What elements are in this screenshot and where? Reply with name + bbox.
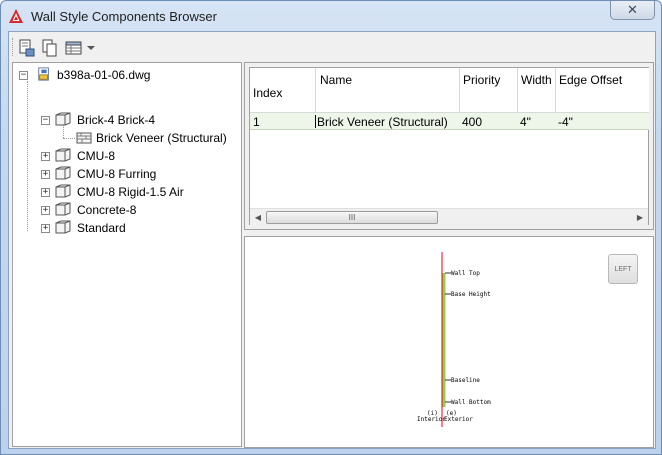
expand-toggle[interactable]: +: [41, 188, 50, 197]
tree-item-label: Concrete-8: [77, 203, 137, 217]
table-row[interactable]: 1 Brick Veneer (Structural) 400 4" -4": [250, 113, 649, 130]
wall-preview[interactable]: LEFT Wall Top Base Height Baseline Wall …: [244, 236, 654, 448]
tree-item-label: Brick Veneer (Structural): [96, 131, 227, 145]
components-grid[interactable]: Index Name Priority Width Edge Offset 1: [249, 67, 649, 225]
folder-icon: [55, 202, 71, 216]
expand-toggle[interactable]: +: [41, 206, 50, 215]
tree-item-brick-veneer[interactable]: Brick Veneer (Structural): [13, 129, 241, 147]
dropdown-arrow-icon: [87, 46, 95, 50]
tree-item-label: CMU-8 Furring: [77, 167, 157, 181]
label-wall-bottom: Wall Bottom: [451, 399, 491, 406]
column-header-edge-offset[interactable]: Edge Offset: [556, 68, 649, 113]
label-baseline: Baseline: [451, 377, 480, 384]
label-exterior: Exterior: [444, 416, 473, 423]
tree-item-label: CMU-8: [77, 149, 115, 163]
toolbar: [9, 32, 655, 62]
copy-button[interactable]: [40, 38, 60, 58]
column-header-index[interactable]: Index: [250, 68, 316, 113]
view-dropdown-button[interactable]: [85, 38, 97, 58]
tree-item-label: Brick-4 Brick-4: [77, 113, 156, 127]
folder-icon: [55, 166, 71, 180]
tree-item-cmu-8-furring[interactable]: + CMU-8 Furring: [13, 165, 241, 183]
tree-item-cmu-8-rigid[interactable]: + CMU-8 Rigid-1.5 Air: [13, 183, 241, 201]
expand-toggle[interactable]: +: [41, 152, 50, 161]
horizontal-scrollbar[interactable]: ◀ III ▶: [250, 208, 648, 225]
style-tree[interactable]: − b398a-01-06.dwg − Brick-4 Brick-4 Bric…: [12, 62, 242, 447]
collapse-toggle[interactable]: −: [19, 71, 28, 80]
close-button[interactable]: ✕: [610, 1, 655, 20]
label-wall-top: Wall Top: [451, 270, 480, 277]
tree-item-label: Standard: [77, 221, 126, 235]
cell-width[interactable]: 4": [520, 115, 531, 129]
close-icon: ✕: [627, 2, 638, 17]
text-cursor: [315, 115, 316, 128]
table-view-button[interactable]: [64, 38, 84, 58]
scroll-right-icon[interactable]: ▶: [632, 209, 648, 226]
cell-edge-offset[interactable]: -4": [558, 115, 573, 129]
cell-index: 1: [253, 115, 260, 129]
tree-root-label: b398a-01-06.dwg: [57, 68, 151, 82]
folder-icon: [55, 148, 71, 162]
column-header-priority[interactable]: Priority: [460, 68, 518, 113]
folder-icon: [55, 112, 71, 126]
tree-item-concrete-8[interactable]: + Concrete-8: [13, 201, 241, 219]
cell-priority[interactable]: 400: [462, 115, 482, 129]
scroll-thumb[interactable]: III: [266, 211, 438, 224]
expand-toggle[interactable]: +: [41, 224, 50, 233]
label-base-height: Base Height: [451, 291, 491, 298]
wall-component-icon: [76, 132, 92, 144]
title-bar[interactable]: Wall Style Components Browser ✕: [1, 1, 661, 31]
drawing-file-icon: [38, 67, 49, 81]
folder-icon: [55, 184, 71, 198]
tree-root[interactable]: − b398a-01-06.dwg: [13, 66, 241, 84]
import-button[interactable]: [17, 38, 37, 58]
cell-name[interactable]: Brick Veneer (Structural): [317, 115, 448, 129]
tree-item-standard[interactable]: + Standard: [13, 219, 241, 237]
table-view-icon: [65, 41, 82, 55]
grip-icon: III: [348, 213, 356, 222]
autocad-logo-icon: [9, 9, 23, 23]
tree-item-cmu-8[interactable]: + CMU-8: [13, 147, 241, 165]
toolbar-grip: [12, 38, 15, 56]
tree-item-brick-4[interactable]: − Brick-4 Brick-4: [13, 111, 241, 129]
window-title: Wall Style Components Browser: [31, 9, 217, 24]
components-grid-panel: Index Name Priority Width Edge Offset 1: [244, 62, 654, 230]
folder-icon: [55, 220, 71, 234]
scroll-left-icon[interactable]: ◀: [250, 209, 266, 226]
expand-toggle[interactable]: +: [41, 170, 50, 179]
client-area: − b398a-01-06.dwg − Brick-4 Brick-4 Bric…: [8, 31, 656, 449]
column-header-name[interactable]: Name: [316, 68, 460, 113]
column-header-width[interactable]: Width: [518, 68, 556, 113]
tree-item-label: CMU-8 Rigid-1.5 Air: [77, 185, 184, 199]
label-interior: Interior: [417, 416, 446, 423]
import-icon: [19, 39, 35, 57]
collapse-toggle[interactable]: −: [41, 116, 50, 125]
copy-icon: [42, 39, 57, 57]
dialog-window: Wall Style Components Browser ✕ − b398a-…: [0, 0, 662, 455]
